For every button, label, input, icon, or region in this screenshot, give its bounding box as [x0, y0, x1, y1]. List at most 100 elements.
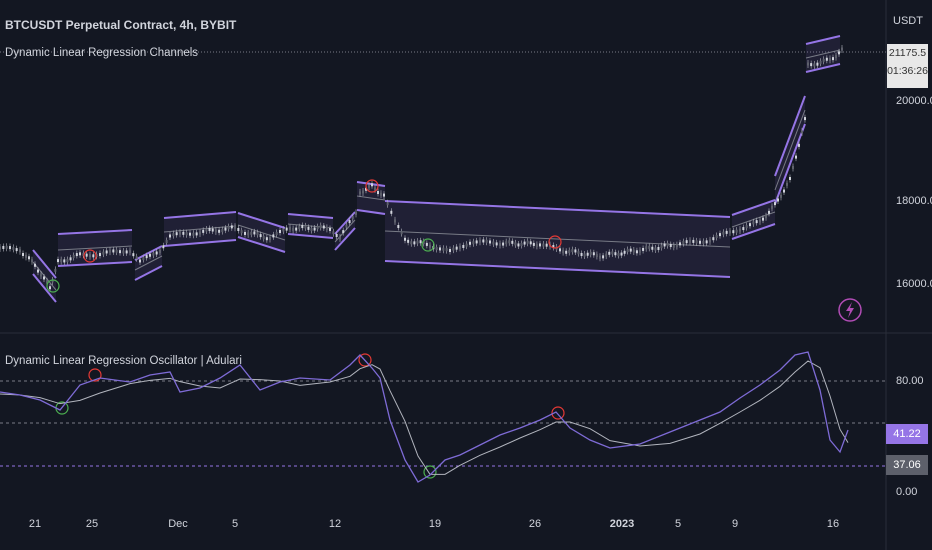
candle-body	[755, 220, 758, 224]
candle-body	[5, 245, 8, 249]
candle-body	[520, 242, 523, 246]
candle-body	[69, 257, 72, 261]
candle-body	[135, 256, 138, 260]
candle-body	[692, 239, 695, 243]
candle-body	[508, 240, 511, 244]
candle-body	[165, 240, 168, 244]
candle-body	[571, 249, 574, 253]
candle-body	[40, 273, 42, 277]
candle-body	[227, 226, 230, 230]
candle-body	[685, 240, 688, 244]
candle-body	[390, 210, 393, 214]
candle-body	[383, 193, 385, 197]
osc-tick: 0.00	[896, 486, 918, 498]
candle-body	[105, 250, 108, 254]
time-tick: 16	[826, 518, 840, 530]
candle-body	[99, 253, 101, 257]
candle-body	[445, 248, 448, 252]
candle-body	[109, 249, 111, 253]
candle-body	[199, 231, 201, 235]
candle-body	[9, 246, 11, 250]
candle-body	[762, 217, 764, 221]
candle-body	[155, 251, 158, 255]
candle-body	[635, 250, 638, 254]
candle-body	[435, 247, 438, 251]
candle-body	[816, 62, 819, 66]
candle-body	[462, 244, 465, 248]
candle-body	[485, 239, 488, 243]
candle-body	[719, 233, 721, 237]
candle-body	[725, 230, 728, 234]
candle-body	[768, 210, 770, 214]
candle-body	[526, 240, 529, 244]
candle-body	[742, 227, 745, 231]
candle-body	[208, 227, 211, 231]
oscillator-indicator-label[interactable]: Dynamic Linear Regression Oscillator | A…	[5, 355, 242, 367]
candle-body	[589, 251, 592, 255]
lightning-bolt-icon[interactable]	[838, 298, 862, 322]
candle-body	[495, 242, 498, 246]
candle-body	[810, 63, 813, 67]
candle-body	[475, 240, 478, 244]
candle-body	[416, 240, 419, 244]
candle-body	[689, 239, 691, 243]
candle-body	[292, 227, 295, 231]
candle-body	[307, 226, 310, 230]
candle-body	[419, 240, 422, 244]
chart-canvas[interactable]	[0, 0, 932, 550]
candle-body	[28, 256, 30, 260]
candle-body	[404, 237, 406, 241]
candle-body	[623, 250, 626, 254]
candle-body	[313, 227, 316, 231]
candle-body	[592, 252, 595, 256]
candle-body	[735, 229, 738, 233]
candle-body	[192, 232, 195, 236]
oscillator-signal-line	[0, 360, 849, 475]
main-indicator-label[interactable]: Dynamic Linear Regression Channels	[5, 47, 198, 59]
candle-body	[835, 55, 837, 59]
candle-body	[310, 227, 313, 231]
oscillator-value-tag: 41.22	[886, 424, 928, 444]
symbol-title[interactable]: BTCUSDT Perpetual Contract, 4h, BYBIT	[5, 18, 236, 32]
bar-countdown: 01:36:26	[887, 65, 928, 77]
candle-body	[645, 246, 648, 250]
candle-body	[19, 249, 21, 253]
time-tick: 19	[428, 518, 442, 530]
candle-body	[172, 233, 175, 237]
candle-body	[211, 228, 214, 232]
candle-body	[362, 190, 364, 194]
candle-body	[214, 229, 217, 233]
candle-body	[771, 205, 773, 209]
candle-body	[371, 183, 373, 187]
candle-body	[523, 241, 526, 245]
candle-body	[745, 225, 748, 229]
candle-body	[786, 182, 788, 186]
candle-body	[316, 226, 319, 230]
candle-body	[377, 190, 379, 194]
candle-body	[34, 263, 36, 267]
candle-body	[269, 236, 271, 240]
candle-body	[822, 58, 825, 62]
candle-body	[115, 249, 118, 253]
candle-body	[583, 253, 586, 257]
candle-body	[439, 247, 441, 251]
candle-body	[407, 239, 410, 243]
candle-body	[749, 223, 751, 227]
candle-body	[205, 228, 208, 232]
candle-body	[152, 252, 155, 256]
candle-body	[256, 232, 259, 236]
candle-body	[542, 243, 545, 247]
candle-body	[325, 226, 328, 230]
candle-body	[139, 259, 141, 263]
oscillator-line	[0, 351, 849, 483]
currency-label[interactable]: USDT	[893, 15, 923, 27]
candle-body	[359, 191, 361, 195]
candle-body	[774, 202, 776, 206]
candle-body	[660, 245, 663, 249]
candle-body	[92, 254, 95, 258]
candle-body	[626, 249, 629, 253]
candle-body	[244, 231, 246, 235]
price-tick: 16000.0	[896, 278, 932, 290]
candle-body	[132, 253, 135, 257]
candle-body	[335, 233, 338, 237]
